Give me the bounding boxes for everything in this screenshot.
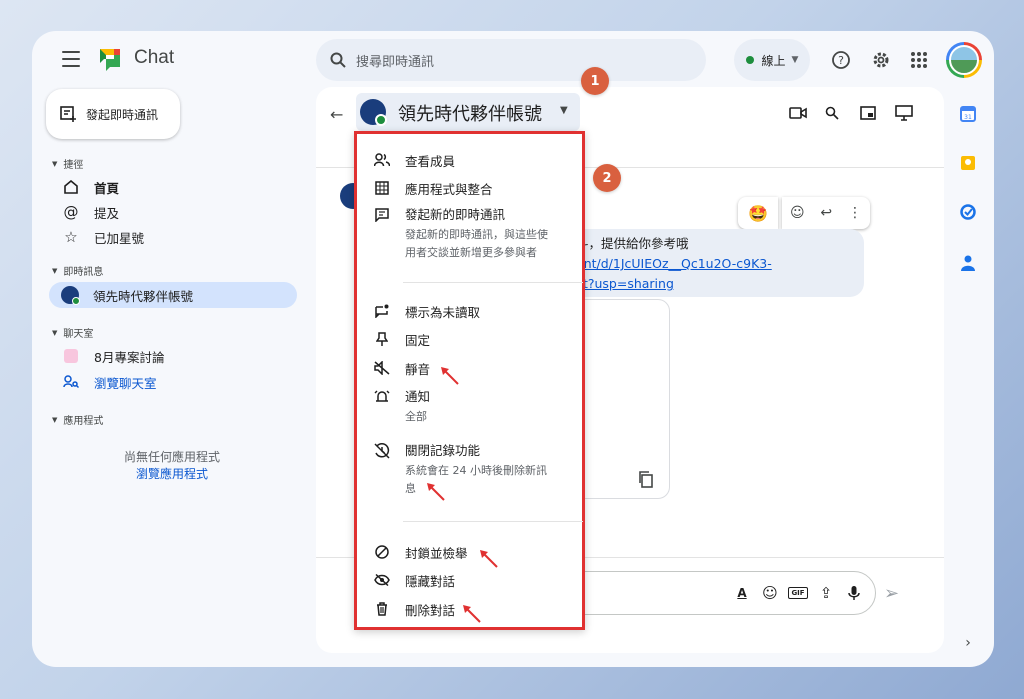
conversation-title: 領先時代夥伴帳號 [398, 104, 542, 125]
avatar [61, 286, 80, 305]
sidebar-item-space[interactable]: 8月專案討論 [62, 344, 164, 368]
conversation-avatar [360, 99, 387, 126]
new-chat-icon [60, 106, 76, 122]
annotation-badge: 1 [581, 67, 609, 95]
star-icon: ☆ [64, 228, 78, 246]
reply-icon[interactable]: ↩ [820, 205, 832, 221]
new-chat-icon [373, 206, 391, 224]
arrow-annotation-icon [480, 550, 498, 568]
status-label: 線上 [761, 53, 786, 68]
emoji-reaction-button[interactable]: 🤩 [738, 197, 778, 229]
arrow-annotation-icon [463, 605, 481, 623]
section-shortcuts[interactable]: ▼ 捷徑 [52, 156, 83, 172]
people-icon [373, 151, 391, 169]
online-dot [745, 56, 754, 64]
upload-icon[interactable]: ⇪ [817, 584, 835, 602]
message-link-cont[interactable]: lit?usp=sharing [576, 274, 864, 294]
arrow-annotation-icon [427, 483, 445, 501]
menu-item-apps-integrations[interactable]: 應用程式與整合 [373, 179, 493, 198]
back-arrow-icon[interactable]: ← [330, 105, 343, 124]
sidebar-item-home[interactable]: 首頁 [62, 175, 119, 199]
menu-item-start-new-chat[interactable]: 發起新的即時通訊 發起新的即時通訊，與這些使 用者交談並新增更多參與者 [373, 206, 548, 262]
section-direct-messages[interactable]: ▼ 即時訊息 [52, 263, 103, 279]
history-off-icon [373, 442, 391, 460]
mute-icon [373, 359, 391, 377]
section-apps[interactable]: ▼ 應用程式 [52, 412, 103, 428]
contacts-icon[interactable] [958, 253, 978, 273]
tasks-icon[interactable] [958, 202, 978, 222]
search-icon [330, 52, 346, 68]
sidebar-item-browse-spaces[interactable]: 瀏覽聊天室 [62, 370, 157, 394]
menu-item-pin[interactable]: 固定 [373, 330, 430, 349]
message-link[interactable]: ent/d/1JcUIEOz__Qc1u2O-c9K3- [576, 254, 864, 274]
help-icon[interactable]: ? [830, 49, 852, 71]
chat-logo-icon [100, 49, 120, 71]
trash-icon [373, 600, 391, 618]
menu-item-block-report[interactable]: 封鎖並檢舉 [373, 543, 468, 562]
chevron-down-icon: ▼ [560, 105, 568, 116]
add-reaction-icon[interactable]: ☺ [790, 205, 805, 221]
copy-icon[interactable] [637, 470, 655, 488]
mark-unread-icon [373, 302, 391, 320]
menu-item-mute[interactable]: 靜音 [373, 359, 430, 378]
video-call-icon[interactable] [788, 103, 808, 123]
bell-icon [373, 388, 391, 406]
annotation-badge: 2 [593, 164, 621, 192]
apps-grid-icon [373, 179, 391, 197]
browse-apps-link[interactable]: 瀏覽應用程式 [52, 466, 292, 483]
pop-out-icon[interactable] [858, 103, 878, 123]
menu-item-delete-conversation[interactable]: 刪除對話 [373, 600, 455, 619]
menu-item-mark-unread[interactable]: 標示為未讀取 [373, 302, 480, 321]
menu-item-notifications[interactable]: 通知 全部 [373, 388, 430, 426]
gif-icon[interactable]: GIF [788, 584, 808, 602]
app-title: Chat [134, 47, 175, 68]
chevron-down-icon: ▼ [791, 55, 799, 65]
calendar-icon[interactable]: 31 [958, 104, 978, 124]
present-icon[interactable] [894, 103, 914, 123]
svg-text:?: ? [838, 54, 844, 67]
microphone-icon[interactable] [845, 584, 863, 602]
more-options-icon[interactable]: ⋮ [848, 205, 862, 221]
new-chat-label: 發起即時通訊 [86, 107, 159, 122]
menu-item-view-members[interactable]: 查看成員 [373, 151, 455, 170]
menu-item-turn-off-history[interactable]: 關閉記錄功能 系統會在 24 小時後刪除新訊 息 [373, 442, 547, 498]
sidebar-item-starred[interactable]: ☆ 已加星號 [62, 225, 144, 249]
at-icon: @ [63, 203, 79, 221]
space-icon [62, 347, 80, 365]
search-input[interactable]: 搜尋即時通訊 [316, 39, 706, 81]
svg-text:31: 31 [964, 114, 972, 121]
sidebar-item-mentions[interactable]: @ 提及 [62, 200, 120, 224]
conversation-options-menu: 查看成員 應用程式與整合 發起新的即時通訊 發起新的即時通訊，與這些使 用者交談… [354, 131, 585, 630]
message-actions: 🤩 ☺ ↩ ⋮ [738, 197, 870, 229]
new-chat-button[interactable]: 發起即時通訊 [46, 89, 180, 139]
apps-launcher-icon[interactable] [908, 49, 930, 71]
pin-icon [373, 330, 391, 348]
send-icon[interactable]: ➢ [884, 583, 899, 604]
menu-divider [403, 521, 583, 522]
menu-divider [403, 282, 583, 283]
sidebar-item-dm-active[interactable]: 領先時代夥伴帳號 [49, 282, 297, 308]
main-menu-icon[interactable] [62, 51, 80, 67]
settings-gear-icon[interactable] [870, 49, 892, 71]
account-avatar[interactable] [946, 42, 982, 78]
keep-icon[interactable] [958, 153, 978, 173]
status-selector[interactable]: 線上 ▼ [734, 39, 810, 81]
chevron-right-icon[interactable]: › [958, 633, 978, 653]
search-icon[interactable] [822, 103, 842, 123]
home-icon [62, 178, 80, 196]
search-placeholder: 搜尋即時通訊 [356, 54, 435, 70]
arrow-annotation-icon [441, 367, 459, 385]
emoji-icon[interactable]: ☺ [761, 584, 779, 602]
block-icon [373, 543, 391, 561]
message-text: 斗，提供給你參考哦 [576, 236, 689, 251]
hide-icon [373, 571, 391, 589]
no-apps-message: 尚無任何應用程式 瀏覽應用程式 [52, 449, 292, 483]
browse-spaces-icon [62, 373, 80, 391]
menu-item-hide-conversation[interactable]: 隱藏對話 [373, 571, 455, 590]
format-text-icon[interactable]: A [733, 584, 751, 602]
section-spaces[interactable]: ▼ 聊天室 [52, 325, 93, 341]
